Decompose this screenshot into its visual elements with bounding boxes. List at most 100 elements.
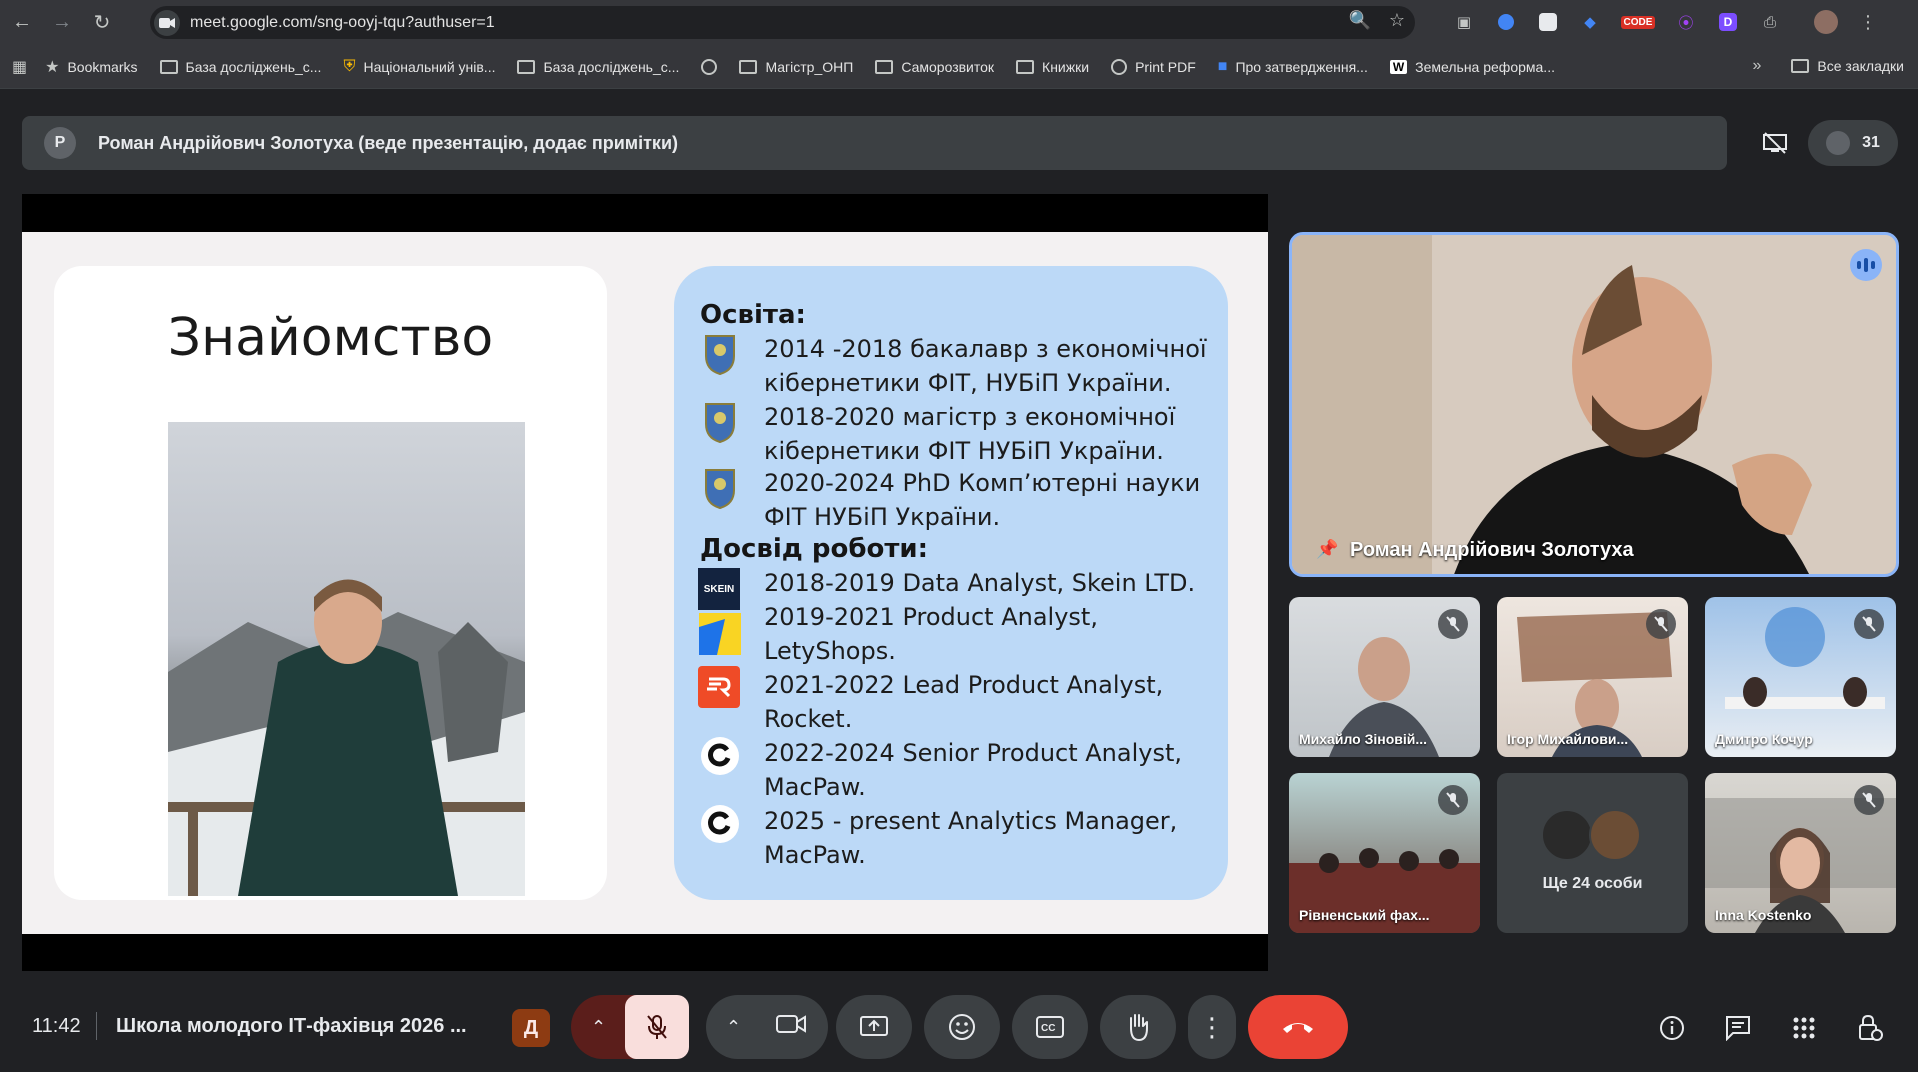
meeting-clock: 11:42 [32,1015,81,1037]
chevron-up-icon[interactable]: ⌃ [726,1017,741,1038]
back-arrow-icon[interactable]: ← [4,5,40,41]
extension-icon[interactable]: ◆ [1576,8,1604,36]
presenter-banner: P Роман Андрійович Золотуха (веде презен… [22,116,1727,170]
raise-hand-button[interactable] [1100,995,1176,1059]
code-extension-icon[interactable]: CODE [1618,8,1658,36]
browser-toolbar: ← → ↻ meet.google.com/sng-ooyj-tqu?authu… [0,0,1918,45]
extension-icon[interactable]: D [1714,8,1742,36]
zoom-icon[interactable]: 🔍 [1348,10,1370,31]
work-entry: 2022-2024 Senior Product Analyst, MacPaw… [764,739,1183,801]
participant-tile[interactable]: Inna Kostenko [1705,773,1896,933]
microphone-control[interactable]: ⌃ [571,995,689,1059]
slide-title: Знайомство [167,308,494,368]
avatar [1541,809,1593,861]
bookmark-item[interactable] [701,58,718,75]
leave-call-button[interactable] [1248,995,1348,1059]
education-heading: Освіта: [700,300,806,330]
profile-avatar[interactable] [1812,8,1840,36]
macpaw-logo [698,802,742,846]
all-bookmarks-button[interactable]: Все закладки [1791,58,1904,74]
extension-icon[interactable] [1492,8,1520,36]
url-text: meet.google.com/sng-ooyj-tqu?authuser=1 [190,13,495,31]
emoji-reaction-button[interactable] [924,995,1000,1059]
forward-arrow-icon[interactable]: → [44,5,80,41]
puzzle-icon[interactable]: ⎙ [1756,8,1784,36]
camera-icon[interactable] [776,1013,806,1042]
folder-icon [159,59,178,74]
present-screen-button[interactable] [836,995,912,1059]
mic-off-icon [1438,609,1468,639]
site-info-icon[interactable] [154,9,180,36]
participant-name: Роман Андрійович Золотуха [1350,539,1634,561]
bookmark-item[interactable]: Print PDF [1111,58,1196,75]
rocket-logo [698,666,740,708]
extensions-row: ▣ ◆ CODE ⦿ D ⎙ ⋮ [1450,8,1882,36]
extension-icon[interactable] [1534,8,1562,36]
divider [96,1012,97,1040]
apps-grid-icon[interactable]: ▦ [12,57,27,77]
folder-icon [1016,59,1035,74]
bookmark-item[interactable]: W Земельна реформа... [1389,59,1555,75]
captions-button[interactable]: CC [1012,995,1088,1059]
participant-name: Рівненський фах... [1299,907,1430,923]
chevron-right-icon[interactable]: » [1753,57,1762,75]
education-entry: 2014 -2018 бакалавр з економічної кіберн… [764,335,1207,397]
bookmark-star-icon[interactable]: ☆ [1389,10,1405,31]
folder-icon [1791,59,1810,73]
participant-tile[interactable]: Михайло Зіновій... [1289,597,1480,757]
hide-presentation-icon[interactable] [1752,120,1798,166]
camera-control[interactable]: ⌃ [706,995,828,1059]
more-options-button[interactable]: ⋮ [1188,995,1236,1059]
bookmark-item[interactable]: ■ Про затвердження... [1218,58,1368,76]
active-speaker-tile[interactable]: 📌 Роман Андрійович Золотуха [1289,232,1899,577]
work-heading: Досвід роботи: [700,534,929,564]
chevron-up-icon[interactable]: ⌃ [591,1017,606,1038]
work-entry: 2025 - present Analytics Manager, MacPaw… [764,807,1178,869]
mic-off-icon [1646,609,1676,639]
w-icon: W [1389,59,1408,74]
meeting-title: Школа молодого ІТ-фахівця 2026 ... [116,1015,467,1037]
participant-name: Михайло Зіновій... [1299,731,1428,747]
meeting-info-icon[interactable] [1654,1010,1690,1046]
host-controls-icon[interactable] [1852,1010,1888,1046]
participant-tile[interactable]: Рівненський фах... [1289,773,1480,933]
globe-icon [701,58,718,75]
bookmarks-bar: ▦ ★ Bookmarks База досліджень_с... ⛨ Націо… [0,45,1918,89]
mic-off-button[interactable] [625,995,689,1059]
address-bar[interactable]: meet.google.com/sng-ooyj-tqu?authuser=1 … [150,6,1415,39]
speaker-photo [168,422,525,896]
participant-name: Ігор Михайлови... [1507,731,1629,747]
bookmark-item[interactable]: База досліджень_с... [517,59,679,75]
svg-text:CC: CC [1041,1023,1055,1034]
bio-card: Освіта: 2014 -2018 бакалавр з економічно… [674,266,1228,900]
activities-grid-icon[interactable] [1786,1010,1822,1046]
participant-name: Inna Kostenko [1715,907,1812,923]
bookmark-item[interactable]: ★ Bookmarks [45,57,137,77]
participant-tile[interactable]: Дмитро Кочур [1705,597,1896,757]
intro-card: Знайомство [54,266,607,900]
extension-icon[interactable]: ⦿ [1672,8,1700,36]
reload-icon[interactable]: ↻ [84,5,120,41]
bookmark-item[interactable]: ⛨ Національний унів... [343,58,495,76]
skein-logo: SKEIN [698,568,740,610]
folder-icon [875,59,894,74]
shield-icon: ⛨ [343,57,356,75]
letyshops-logo [698,612,742,656]
globe-icon [1111,58,1128,75]
university-crest-icon [698,332,742,376]
participants-button[interactable]: 31 [1808,120,1898,166]
bookmark-item[interactable]: Саморозвиток [875,59,994,75]
bookmark-item[interactable]: База досліджень_с... [159,59,321,75]
bookmark-item[interactable]: Магістр_ОНП [739,59,853,75]
star-icon: ★ [45,58,60,76]
presenter-label: Роман Андрійович Золотуха (веде презента… [98,132,678,153]
bookmark-item[interactable]: Книжки [1016,59,1089,75]
host-badge[interactable]: Д [512,1009,550,1047]
participant-tile[interactable]: Ігор Михайлови... [1497,597,1688,757]
pin-icon[interactable]: 📌 [1316,539,1338,560]
menu-dots-icon[interactable]: ⋮ [1854,8,1882,36]
extension-icon[interactable]: ▣ [1450,8,1478,36]
macpaw-logo [698,734,742,778]
more-participants-tile[interactable]: Ще 24 особи [1497,773,1688,933]
chat-icon[interactable] [1720,1010,1756,1046]
